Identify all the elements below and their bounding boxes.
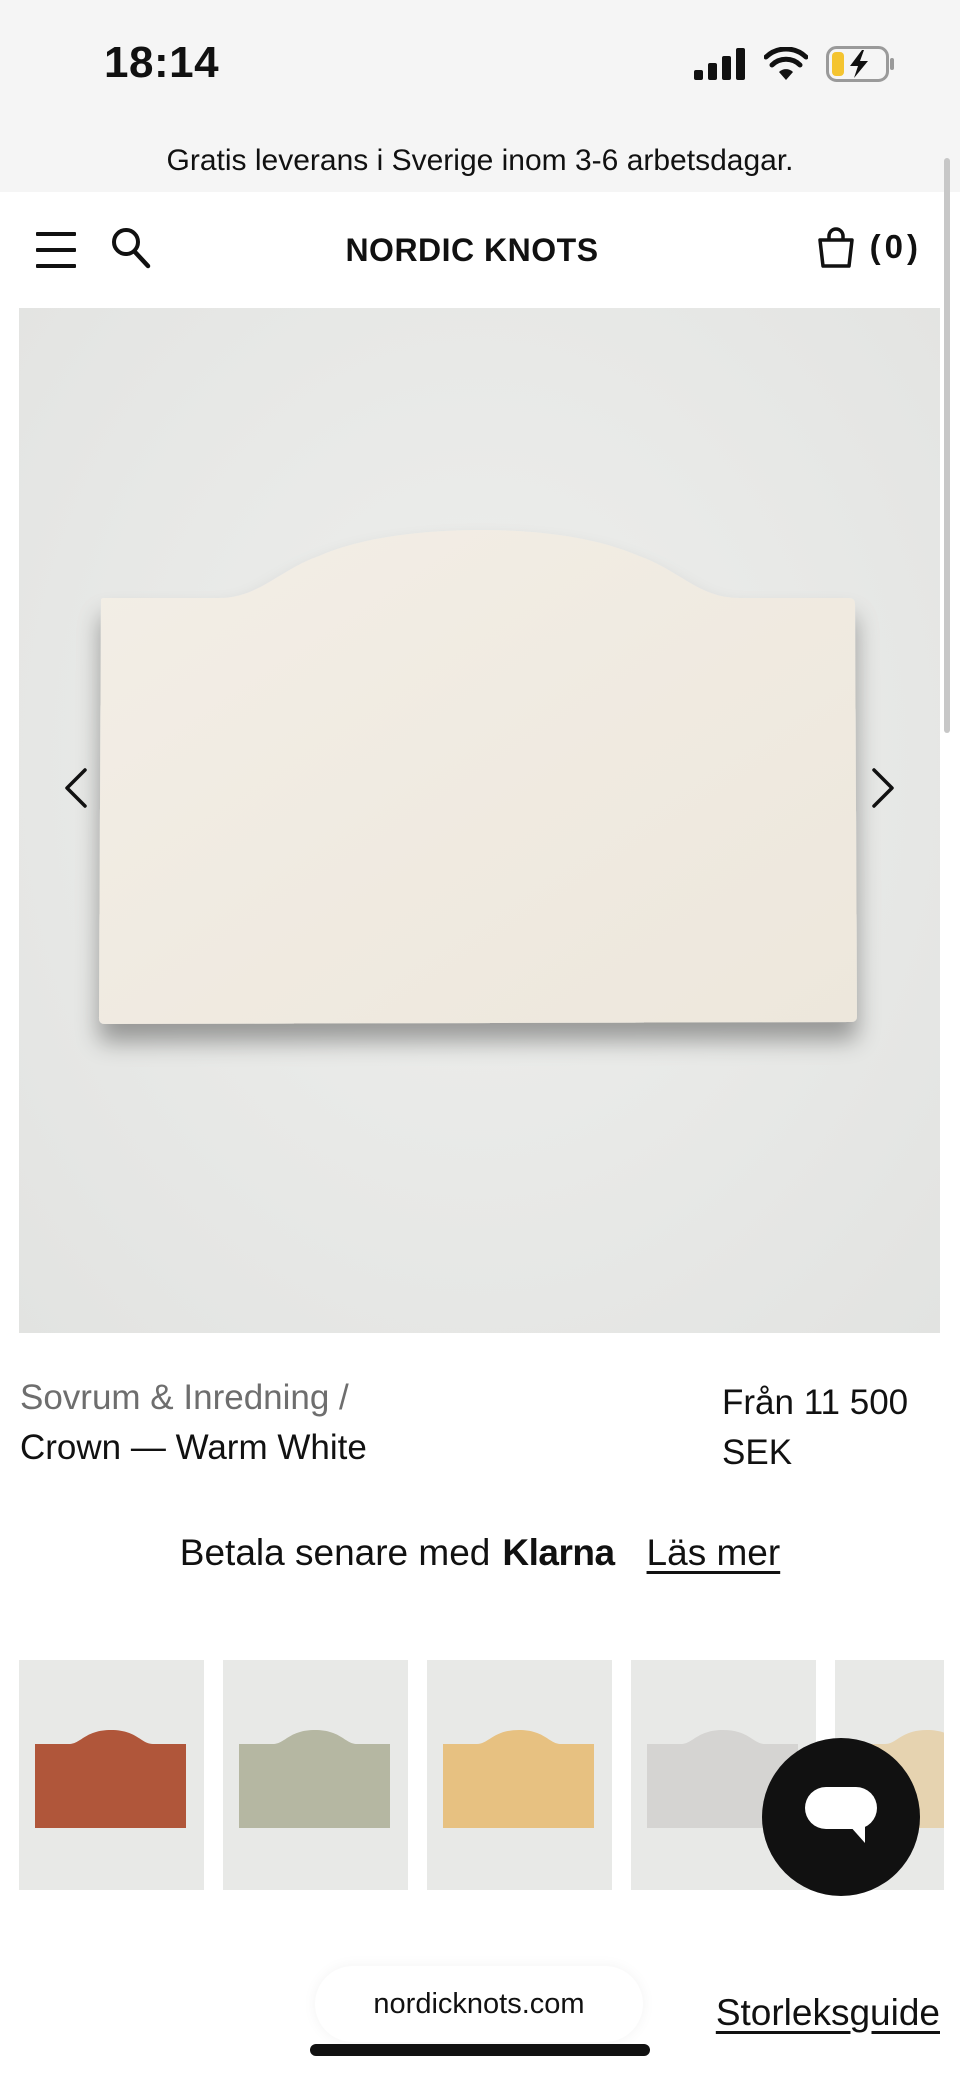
klarna-text: Betala senare med [179, 1532, 491, 1573]
color-swatch[interactable] [427, 1660, 612, 1890]
color-swatch[interactable] [223, 1660, 408, 1890]
status-bar: 18:14 [0, 0, 960, 130]
page: 18:14 Gratis leverans i Sverige inom 3-6 [0, 0, 960, 2078]
promo-banner: Gratis leverans i Sverige inom 3-6 arbet… [0, 130, 960, 192]
price-amount: Från 11 500 [722, 1383, 909, 1422]
breadcrumb[interactable]: Sovrum & Inredning / [20, 1378, 349, 1418]
color-swatch[interactable] [19, 1660, 204, 1890]
chevron-right-icon[interactable] [852, 758, 912, 818]
chat-bubble-icon [805, 1787, 877, 1843]
chat-button[interactable] [762, 1738, 920, 1896]
battery-charging-icon [826, 46, 894, 82]
product-image [99, 530, 857, 1024]
klarna-read-more-link[interactable]: Läs mer [647, 1532, 781, 1574]
wifi-icon [764, 47, 808, 80]
shopping-bag-icon [817, 227, 854, 268]
home-indicator[interactable] [310, 2044, 650, 2056]
status-time: 18:14 [104, 38, 220, 87]
chevron-left-icon[interactable] [47, 758, 107, 818]
swatch-image [239, 1730, 390, 1828]
swatch-image [35, 1730, 186, 1828]
klarna-logo: Klarna [502, 1532, 615, 1573]
swatch-image [443, 1730, 594, 1828]
page-scrollbar[interactable] [944, 158, 950, 733]
product-image-carousel[interactable] [19, 308, 940, 1333]
signal-icon [694, 48, 745, 80]
site-header: NORDIC KNOTS (0) [0, 192, 944, 308]
status-icons [694, 44, 896, 84]
cart-count: (0) [869, 228, 922, 265]
browser-url-pill[interactable]: nordicknots.com [315, 1966, 643, 2042]
price-currency: SEK [722, 1433, 793, 1472]
product-name: Crown — Warm White [20, 1428, 367, 1467]
product-price: Från 11 500 SEK [722, 1378, 942, 1478]
brand-logo[interactable]: NORDIC KNOTS [0, 232, 944, 269]
cart-button[interactable]: (0) [816, 226, 922, 268]
size-guide-link[interactable]: Storleksguide [716, 1992, 940, 2034]
klarna-banner: Betala senare med Klarna Läs mer [0, 1532, 960, 1574]
